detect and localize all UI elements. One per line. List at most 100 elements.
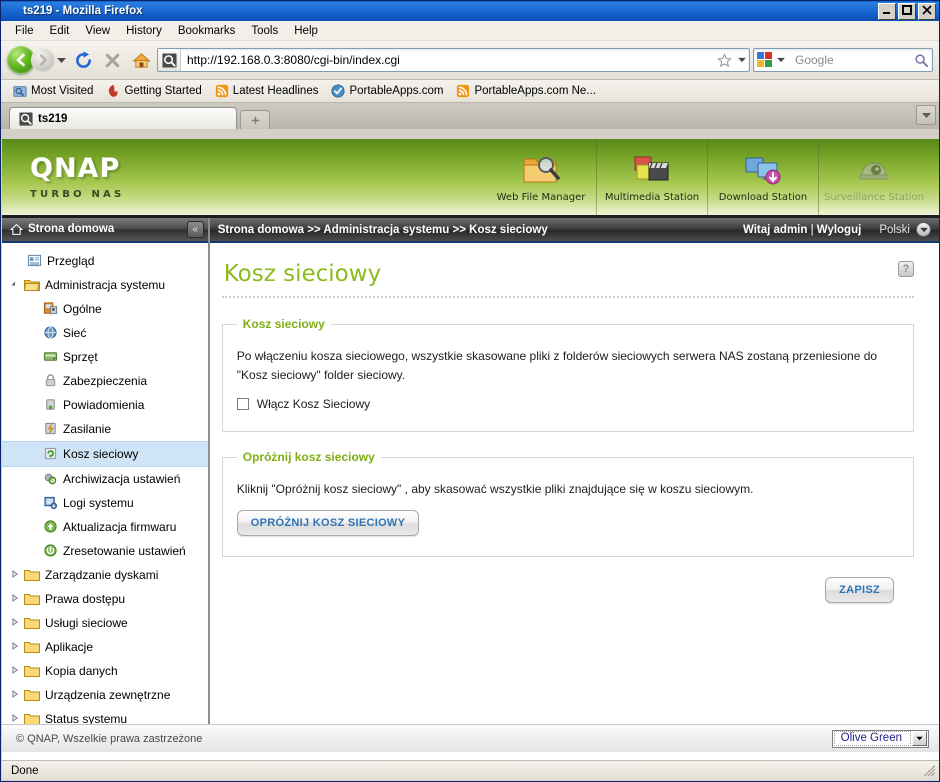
bookmark-getting-started[interactable]: Getting Started: [101, 83, 206, 99]
save-button[interactable]: ZAPISZ: [825, 577, 894, 603]
menu-file[interactable]: File: [7, 23, 42, 39]
twisty-collapsed-icon[interactable]: [8, 569, 22, 580]
sidebar-item-zabezpieczenia[interactable]: Zabezpieczenia: [2, 369, 208, 393]
enable-recycle-bin-row[interactable]: Włącz Kosz Sieciowy: [236, 397, 899, 411]
twisty-collapsed-icon[interactable]: [8, 665, 22, 676]
url-dropdown-icon[interactable]: [735, 57, 749, 63]
sidebar-group-aplikacje[interactable]: Aplikacje: [2, 635, 208, 659]
bookmark-label: Getting Started: [124, 85, 202, 97]
history-dropdown-icon[interactable]: [55, 47, 67, 73]
bookmark-most-visited[interactable]: Most Visited: [8, 83, 98, 99]
sidebar-item-zasilanie[interactable]: Zasilanie: [2, 417, 208, 441]
sidebar-item-przeglad[interactable]: Przegląd: [2, 249, 208, 273]
sidebar-item-powiadomienia[interactable]: Powiadomienia: [2, 393, 208, 417]
sidebar-item-label: Administracja systemu: [45, 277, 166, 292]
theme-select-value: Olive Green: [833, 731, 911, 746]
sidebar-collapse-button[interactable]: «: [186, 220, 204, 238]
minimize-button[interactable]: [878, 2, 896, 20]
station-label: Surveillance Station: [823, 192, 925, 203]
twisty-collapsed-icon[interactable]: [8, 617, 22, 628]
sidebar-item-logi-systemu[interactable]: Logi systemu: [2, 491, 208, 515]
search-bar[interactable]: Google: [753, 48, 933, 72]
power-icon: [40, 421, 60, 436]
sidebar-group-status-systemu[interactable]: Status systemu: [2, 707, 208, 724]
theme-select[interactable]: Olive Green: [831, 729, 929, 748]
reset-icon: [40, 543, 60, 558]
menu-bookmarks[interactable]: Bookmarks: [170, 23, 244, 39]
station-shortcuts: Web File Manager Multimedia Station Down…: [486, 139, 939, 215]
check-circle-icon: [331, 84, 346, 98]
resize-grip-icon[interactable]: [923, 764, 937, 778]
menu-history[interactable]: History: [118, 23, 170, 39]
logout-link[interactable]: Wyloguj: [817, 224, 862, 236]
recycle-bin-legend: Kosz sieciowy: [242, 317, 325, 331]
status-text: Done: [11, 764, 39, 777]
twisty-collapsed-icon[interactable]: [8, 713, 22, 724]
close-button[interactable]: [918, 2, 936, 20]
overview-icon: [24, 253, 44, 268]
language-dropdown-icon[interactable]: [916, 222, 931, 237]
station-surveillance[interactable]: Surveillance Station: [818, 139, 929, 215]
help-button[interactable]: ?: [898, 261, 914, 277]
language-label[interactable]: Polski: [879, 224, 910, 236]
station-web-file-manager[interactable]: Web File Manager: [486, 139, 596, 215]
sidebar-item-label: Archiwizacja ustawień: [63, 471, 181, 486]
reload-button[interactable]: [70, 47, 96, 73]
menu-view[interactable]: View: [77, 23, 118, 39]
welcome-separator: |: [807, 223, 817, 236]
theme-select-arrow-icon[interactable]: [912, 731, 927, 746]
sidebar-item-label: Ogólne: [63, 301, 102, 316]
qnap-brand-logo: QNAP: [30, 152, 121, 184]
sidebar-group-prawa-dostepu[interactable]: Prawa dostępu: [2, 587, 208, 611]
sidebar-item-zresetowanie-ustawien[interactable]: Zresetowanie ustawień: [2, 539, 208, 563]
station-download[interactable]: Download Station: [707, 139, 818, 215]
backup-icon: [40, 471, 60, 486]
sidebar-item-siec[interactable]: Sieć: [2, 321, 208, 345]
window-title: ts219 - Mozilla Firefox: [23, 5, 143, 17]
menu-help[interactable]: Help: [286, 23, 326, 39]
sidebar-group-administracja-systemu[interactable]: Administracja systemu: [2, 273, 208, 297]
sidebar-group-uslugi-sieciowe[interactable]: Usługi sieciowe: [2, 611, 208, 635]
sidebar: Strona domowa « Przegląd Administracja s…: [2, 218, 210, 724]
station-label: Download Station: [718, 192, 808, 203]
station-multimedia[interactable]: Multimedia Station: [596, 139, 707, 215]
sidebar-item-archiwizacja-ustawien[interactable]: Archiwizacja ustawień: [2, 467, 208, 491]
list-all-tabs-button[interactable]: [916, 105, 936, 125]
bookmark-latest-headlines[interactable]: Latest Headlines: [210, 83, 324, 99]
twisty-collapsed-icon[interactable]: [8, 689, 22, 700]
bookmark-star-icon[interactable]: [713, 52, 735, 68]
folder-star-icon: [13, 86, 27, 97]
bookmark-label: Most Visited: [31, 85, 94, 97]
sidebar-item-sprzet[interactable]: Sprzęt: [2, 345, 208, 369]
menu-tools[interactable]: Tools: [243, 23, 286, 39]
tab-ts219[interactable]: ts219: [9, 107, 237, 129]
menu-edit[interactable]: Edit: [42, 23, 78, 39]
sidebar-item-label: Aktualizacja firmwaru: [63, 519, 177, 534]
url-text[interactable]: http://192.168.0.3:8080/cgi-bin/index.cg…: [181, 53, 713, 67]
sidebar-group-zarzadzanie-dyskami[interactable]: Zarządzanie dyskami: [2, 563, 208, 587]
search-input[interactable]: Google: [788, 53, 910, 67]
navigation-toolbar: http://192.168.0.3:8080/cgi-bin/index.cg…: [1, 41, 939, 80]
home-button[interactable]: [128, 47, 154, 73]
search-magnifier-icon[interactable]: [910, 53, 932, 68]
sidebar-item-label: Zabezpieczenia: [63, 373, 148, 388]
sidebar-item-aktualizacja-firmwaru[interactable]: Aktualizacja firmwaru: [2, 515, 208, 539]
maximize-button[interactable]: [898, 2, 916, 20]
new-tab-button[interactable]: [240, 110, 270, 129]
search-engine-dropdown-icon[interactable]: [774, 57, 788, 63]
twisty-expanded-icon[interactable]: [8, 280, 22, 290]
bookmark-portableapps[interactable]: PortableApps.com: [326, 83, 448, 99]
welcome-text: Witaj admin | Wyloguj: [743, 224, 861, 236]
sidebar-group-kopia-danych[interactable]: Kopia danych: [2, 659, 208, 683]
sidebar-item-ogolne[interactable]: Ogólne: [2, 297, 208, 321]
url-bar[interactable]: http://192.168.0.3:8080/cgi-bin/index.cg…: [157, 48, 750, 72]
enable-recycle-bin-checkbox[interactable]: [236, 398, 249, 410]
sidebar-group-urzadzenia-zewnetrzne[interactable]: Urządzenia zewnętrzne: [2, 683, 208, 707]
twisty-collapsed-icon[interactable]: [8, 641, 22, 652]
sidebar-item-kosz-sieciowy[interactable]: Kosz sieciowy: [2, 440, 208, 467]
bookmark-portableapps-news[interactable]: PortableApps.com Ne...: [451, 83, 600, 99]
hardware-icon: [40, 349, 60, 364]
twisty-collapsed-icon[interactable]: [8, 593, 22, 604]
empty-recycle-bin-button[interactable]: OPRÓŻNIJ KOSZ SIECIOWY: [236, 510, 420, 536]
firefox-window: ts219 - Mozilla Firefox File Edit View H…: [0, 0, 940, 782]
